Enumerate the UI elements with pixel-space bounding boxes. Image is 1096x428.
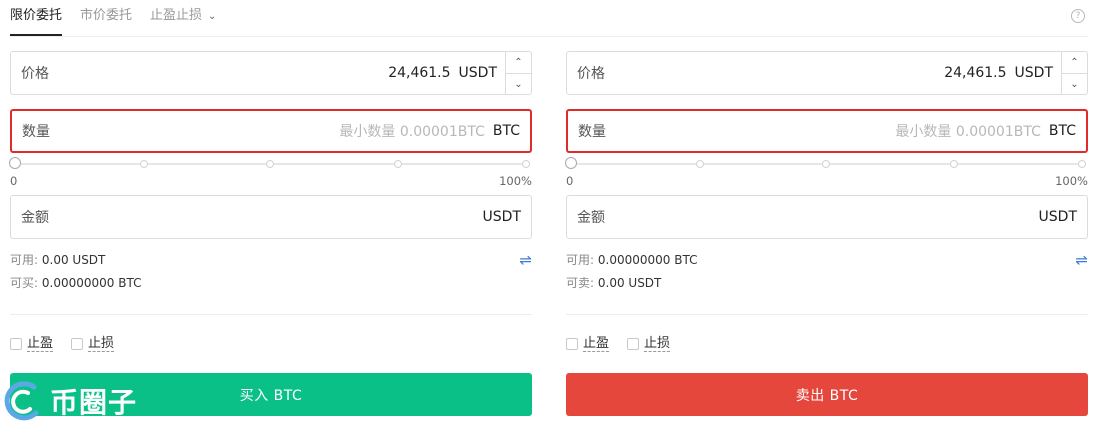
stop-loss-checkbox[interactable]: 止损 bbox=[627, 335, 671, 352]
price-value[interactable]: 24,461.5 bbox=[944, 65, 1006, 81]
sell-quantity-field[interactable]: 数量 最小数量 0.00001BTC BTC bbox=[566, 109, 1088, 153]
slider-min-label: 0 bbox=[566, 174, 574, 188]
stepper-up-icon[interactable]: ⌃ bbox=[506, 52, 531, 74]
price-label: 价格 bbox=[577, 66, 605, 82]
buy-btc-button[interactable]: 买入 BTC bbox=[10, 373, 532, 416]
can-sell-label: 可卖: bbox=[566, 276, 595, 290]
buy-quantity-slider[interactable] bbox=[9, 156, 532, 170]
available-value: 0.00 USDT bbox=[41, 253, 106, 267]
stop-loss-label: 止损 bbox=[88, 335, 115, 352]
slider-max-label: 100% bbox=[1055, 174, 1088, 188]
amount-label: 金额 bbox=[21, 210, 49, 226]
transfer-icon[interactable]: ⇌ bbox=[1075, 249, 1088, 272]
price-label: 价格 bbox=[21, 66, 49, 82]
quantity-label: 数量 bbox=[22, 124, 50, 140]
buy-button-label: 买入 BTC bbox=[239, 387, 303, 404]
stepper-down-icon[interactable]: ⌄ bbox=[506, 74, 531, 95]
available-label: 可用: bbox=[566, 253, 595, 267]
sell-panel: 价格 24,461.5 USDT ⌃ ⌄ 数量 最小数量 0.00001BTC … bbox=[565, 51, 1088, 416]
amount-unit: USDT bbox=[482, 209, 521, 225]
tab-label: 限价委托 bbox=[10, 8, 63, 23]
slider-tick[interactable] bbox=[822, 160, 830, 168]
can-buy-value: 0.00000000 BTC bbox=[41, 276, 142, 290]
sell-tp-sl-options: 止盈 止损 bbox=[566, 336, 1088, 352]
stop-loss-label: 止损 bbox=[644, 335, 671, 352]
tab-tp-sl-order[interactable]: 止盈止损 ⌄ bbox=[150, 0, 216, 36]
amount-label: 金额 bbox=[577, 210, 605, 226]
buy-tp-sl-options: 止盈 止损 bbox=[10, 336, 532, 352]
checkbox-icon[interactable] bbox=[71, 338, 84, 350]
stepper-down-icon[interactable]: ⌄ bbox=[1062, 74, 1087, 95]
slider-min-label: 0 bbox=[10, 174, 18, 188]
divider bbox=[10, 314, 532, 315]
buy-amount-field[interactable]: 金额 USDT bbox=[10, 195, 532, 239]
tab-limit-order[interactable]: 限价委托 bbox=[10, 0, 63, 36]
slider-tick[interactable] bbox=[140, 160, 148, 168]
tab-label: 市价委托 bbox=[80, 8, 133, 23]
slider-tick[interactable] bbox=[950, 160, 958, 168]
tabs-divider bbox=[10, 36, 1088, 37]
tab-label: 止盈止损 bbox=[150, 8, 203, 23]
quantity-placeholder[interactable]: 最小数量 0.00001BTC bbox=[339, 121, 484, 141]
sell-btc-button[interactable]: 卖出 BTC bbox=[566, 373, 1088, 416]
buy-balance-info: 可用: 0.00 USDT 可买: 0.00000000 BTC ⇌ bbox=[10, 249, 532, 295]
available-value: 0.00000000 BTC bbox=[597, 253, 698, 267]
amount-unit: USDT bbox=[1038, 209, 1077, 225]
sell-amount-field[interactable]: 金额 USDT bbox=[566, 195, 1088, 239]
available-label: 可用: bbox=[10, 253, 39, 267]
take-profit-label: 止盈 bbox=[583, 335, 610, 352]
sell-button-label: 卖出 BTC bbox=[795, 387, 859, 404]
slider-max-label: 100% bbox=[499, 174, 532, 188]
quantity-unit: BTC bbox=[1048, 123, 1076, 139]
price-value[interactable]: 24,461.5 bbox=[388, 65, 450, 81]
take-profit-label: 止盈 bbox=[27, 335, 54, 352]
slider-tick[interactable] bbox=[1078, 160, 1086, 168]
chevron-down-icon: ⌄ bbox=[208, 11, 217, 22]
tab-market-order[interactable]: 市价委托 bbox=[80, 0, 132, 36]
help-icon[interactable]: ? bbox=[1071, 9, 1085, 23]
sell-quantity-slider[interactable] bbox=[565, 156, 1088, 170]
checkbox-icon[interactable] bbox=[566, 338, 578, 350]
buy-panel: 价格 24,461.5 USDT ⌃ ⌄ 数量 最小数量 0.00001BTC … bbox=[9, 51, 532, 416]
quantity-unit: BTC bbox=[492, 123, 520, 139]
slider-handle[interactable] bbox=[565, 157, 577, 169]
stop-loss-checkbox[interactable]: 止损 bbox=[71, 335, 115, 352]
sell-balance-info: 可用: 0.00000000 BTC 可卖: 0.00 USDT ⇌ bbox=[566, 249, 1088, 295]
buy-quantity-field[interactable]: 数量 最小数量 0.00001BTC BTC bbox=[10, 109, 532, 153]
price-stepper: ⌃ ⌄ bbox=[505, 52, 531, 94]
order-type-tabs: 限价委托 市价委托 止盈止损 ⌄ bbox=[10, 0, 234, 36]
stepper-up-icon[interactable]: ⌃ bbox=[1062, 52, 1087, 74]
quantity-placeholder[interactable]: 最小数量 0.00001BTC bbox=[895, 121, 1040, 141]
price-unit: USDT bbox=[458, 65, 497, 81]
can-sell-value: 0.00 USDT bbox=[597, 276, 662, 290]
slider-tick[interactable] bbox=[266, 160, 274, 168]
slider-tick[interactable] bbox=[696, 160, 704, 168]
slider-tick[interactable] bbox=[394, 160, 402, 168]
transfer-icon[interactable]: ⇌ bbox=[519, 249, 532, 272]
slider-labels: 0 100% bbox=[10, 174, 532, 190]
slider-labels: 0 100% bbox=[566, 174, 1088, 190]
slider-tick[interactable] bbox=[522, 160, 530, 168]
checkbox-icon[interactable] bbox=[10, 338, 22, 350]
slider-handle[interactable] bbox=[9, 157, 21, 169]
can-buy-label: 可买: bbox=[10, 276, 39, 290]
sell-price-field[interactable]: 价格 24,461.5 USDT ⌃ ⌄ bbox=[566, 51, 1088, 95]
price-unit: USDT bbox=[1014, 65, 1053, 81]
checkbox-icon[interactable] bbox=[627, 338, 640, 350]
price-stepper: ⌃ ⌄ bbox=[1061, 52, 1087, 94]
take-profit-checkbox[interactable]: 止盈 bbox=[10, 335, 54, 352]
divider bbox=[566, 314, 1088, 315]
buy-price-field[interactable]: 价格 24,461.5 USDT ⌃ ⌄ bbox=[10, 51, 532, 95]
quantity-label: 数量 bbox=[578, 124, 606, 140]
take-profit-checkbox[interactable]: 止盈 bbox=[566, 335, 610, 352]
